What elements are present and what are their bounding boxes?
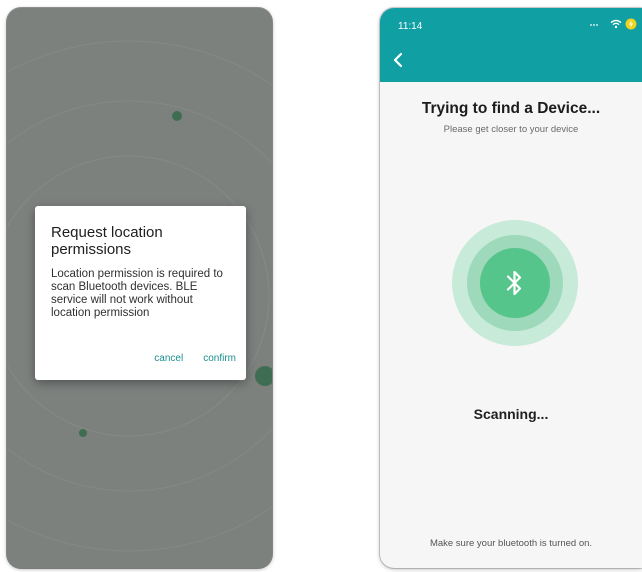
bluetooth-scan-button	[480, 248, 550, 318]
dialog-title: Request location permissions	[51, 224, 163, 258]
dialog-message: Location permission is required to scan …	[51, 268, 223, 319]
battery-charging-icon	[625, 18, 637, 30]
page-subtitle: Please get closer to your device	[443, 124, 579, 135]
status-time: 11:14	[398, 21, 423, 32]
right-phone-screen: 11:14 Trying to find a Device... Please …	[380, 8, 642, 568]
signal-dots-icon	[590, 24, 598, 26]
app-header: 11:14	[380, 8, 642, 82]
scan-dot	[172, 111, 182, 121]
status-icons	[588, 18, 638, 30]
wifi-icon	[610, 19, 622, 29]
bluetooth-icon	[506, 270, 522, 296]
dialog-actions: cancel confirm	[154, 353, 236, 364]
left-phone-screen: Request location permissions Location pe…	[7, 8, 272, 568]
bluetooth-hint: Make sure your bluetooth is turned on.	[429, 538, 593, 549]
confirm-button[interactable]: confirm	[203, 353, 236, 364]
location-permission-dialog: Request location permissions Location pe…	[35, 206, 246, 380]
scanning-status: Scanning...	[473, 406, 549, 422]
cancel-button[interactable]: cancel	[154, 353, 183, 364]
scan-dot	[79, 429, 87, 437]
scan-dot	[255, 366, 272, 386]
page-title: Trying to find a Device...	[421, 100, 601, 117]
chevron-left-icon[interactable]	[392, 52, 404, 68]
